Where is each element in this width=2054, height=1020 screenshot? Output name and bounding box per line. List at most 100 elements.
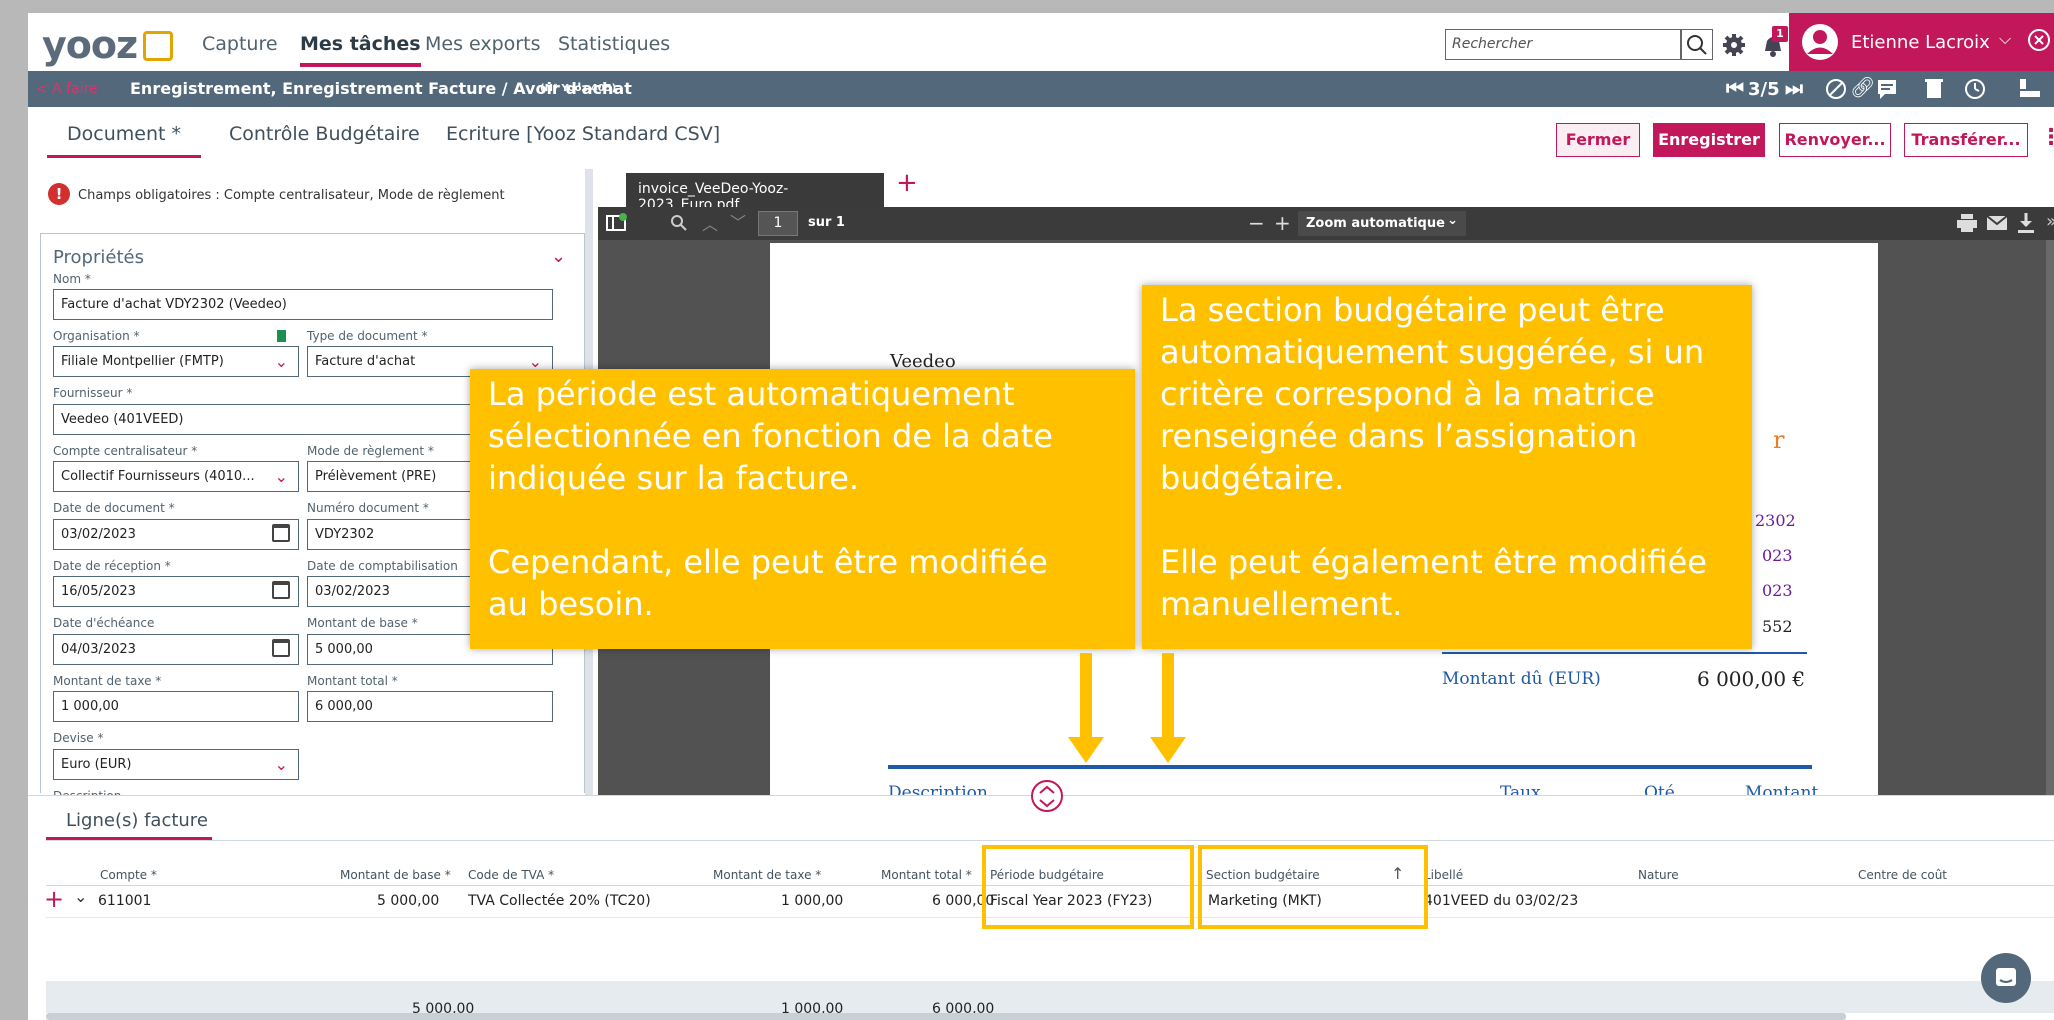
cell-compte[interactable]: 611001 (98, 893, 151, 909)
cell-tva[interactable]: TVA Collectée 20% (TC20) (468, 893, 651, 909)
expand-row-icon[interactable]: ⌄ (74, 887, 87, 906)
totals-row (46, 981, 2054, 1013)
th-compte[interactable]: Compte * (100, 868, 157, 882)
gear-icon[interactable] (1722, 33, 1746, 57)
period-callout: La période est automatiquement sélection… (470, 369, 1135, 649)
organisation-select[interactable]: Filiale Montpellier (FMTP) ⌄ (53, 346, 299, 377)
date-rec-value: 16/05/2023 (61, 584, 136, 599)
calendar-icon[interactable] (272, 639, 290, 657)
tab-ecriture[interactable]: Ecriture [Yooz Standard CSV] (446, 123, 720, 145)
collapse-chevron-icon[interactable]: ⌄ (551, 246, 566, 267)
pdf-search-icon[interactable] (670, 214, 688, 232)
layout-icon[interactable] (2018, 77, 2042, 99)
taxe-label: Montant de taxe * (53, 674, 162, 688)
th-nature[interactable]: Nature (1638, 868, 1679, 882)
mail-icon[interactable] (1986, 214, 2008, 232)
callout-spacer (488, 499, 1117, 541)
chat-icon[interactable] (1980, 952, 2032, 1004)
devise-value: Euro (EUR) (61, 757, 132, 772)
print-icon[interactable] (1956, 213, 1978, 233)
nom-label: Nom * (53, 272, 91, 286)
prev-page-icon[interactable]: ︿ (702, 211, 718, 235)
more-tools-icon[interactable]: » (2046, 211, 2054, 232)
block-icon[interactable] (1825, 78, 1847, 100)
nav-statistiques[interactable]: Statistiques (558, 33, 670, 55)
collapse-expand-icon[interactable] (1030, 779, 1064, 813)
zoom-out-icon[interactable]: − (1248, 211, 1265, 235)
add-line-icon[interactable]: + (44, 885, 64, 913)
calendar-icon[interactable] (272, 581, 290, 599)
clock-icon[interactable] (1964, 78, 1986, 100)
last-page-icon[interactable]: ⏭ (1785, 76, 1803, 100)
calendar-icon[interactable] (272, 524, 290, 542)
mode-label: Mode de règlement * (307, 444, 434, 458)
zoom-in-icon[interactable]: + (1274, 211, 1291, 235)
zoom-value: Zoom automatique (1306, 216, 1445, 231)
next-page-icon[interactable]: ﹀ (730, 209, 746, 233)
th-libelle[interactable]: Libellé (1424, 868, 1463, 882)
trash-icon[interactable] (1925, 77, 1943, 99)
back-link[interactable]: < A faire (36, 81, 98, 97)
page-count: sur 1 (808, 215, 845, 230)
horizontal-scrollbar[interactable] (46, 1013, 1846, 1020)
table-header-line (888, 765, 1812, 769)
cell-taxe[interactable]: 1 000,00 (781, 893, 843, 909)
reference-fragment: 552 (1762, 617, 1793, 636)
nav-mes-exports[interactable]: Mes exports (425, 33, 540, 55)
total-divider (1442, 652, 1807, 654)
nav-capture[interactable]: Capture (202, 33, 278, 55)
close-circle-icon[interactable] (2027, 28, 2051, 52)
pdf-scrollbar[interactable] (2046, 240, 2054, 795)
close-button[interactable]: Fermer (1556, 123, 1640, 157)
page-number-input[interactable]: 1 (758, 211, 798, 236)
more-menu-icon[interactable]: ⋮ (2040, 125, 2054, 150)
taxe-field[interactable]: 1 000,00 (53, 691, 299, 722)
tab-document[interactable]: Document * (47, 123, 201, 158)
callout-line: Elle peut également être modifiée (1160, 543, 1707, 581)
th-montant-taxe[interactable]: Montant de taxe * (713, 868, 821, 882)
callout-line: La section budgétaire peut être (1160, 291, 1665, 329)
invoice-lines-tab[interactable]: Ligne(s) facture (66, 810, 208, 831)
yooz-logo[interactable]: yooz (42, 23, 174, 67)
date-ech-field[interactable]: 04/03/2023 (53, 634, 299, 665)
devise-select[interactable]: Euro (EUR) ⌄ (53, 749, 299, 780)
resend-button[interactable]: Renvoyer... (1779, 123, 1891, 157)
th-code-tva[interactable]: Code de TVA * (468, 868, 554, 882)
compte-label: Compte centralisateur * (53, 444, 198, 458)
section-arrow (1162, 653, 1174, 738)
compte-select[interactable]: Collectif Fournisseurs (4010... ⌄ (53, 461, 299, 492)
cell-libelle[interactable]: 401VEED du 03/02/23 (1424, 893, 1578, 909)
breadcrumb-bar: < A faire Enregistrement, Enregistrement… (28, 71, 2054, 107)
th-montant-base[interactable]: Montant de base * (340, 868, 451, 882)
devise-label: Devise * (53, 731, 104, 745)
th-centre-cout[interactable]: Centre de coût (1858, 868, 1947, 882)
search-button[interactable] (1681, 29, 1713, 60)
download-icon[interactable] (2016, 212, 2036, 234)
periode-highlight (982, 845, 1194, 929)
callout-spacer (1160, 499, 1734, 541)
tab-controle-budgetaire[interactable]: Contrôle Budgétaire (229, 123, 420, 145)
th-montant-total[interactable]: Montant total * (881, 868, 972, 882)
total-field[interactable]: 6 000,00 (307, 691, 553, 722)
zoom-select[interactable]: Zoom automatique ⌄ (1298, 211, 1466, 236)
comment-icon[interactable] (1876, 78, 1898, 100)
date-ech-label: Date d'échéance (53, 616, 155, 630)
nom-field[interactable]: Facture d'achat VDY2302 (Veedeo) (53, 289, 553, 320)
callout-line: renseignée dans l’assignation (1160, 417, 1638, 455)
search-input[interactable]: Rechercher (1445, 29, 1681, 60)
link-icon[interactable]: 🔗︎ (1850, 75, 1875, 99)
cell-base[interactable]: 5 000,00 (377, 893, 439, 909)
pdf-file-tab[interactable]: invoice_VeeDeo-Yooz-2023_Euro.pdf (626, 173, 884, 213)
save-button[interactable]: Enregistrer (1653, 123, 1765, 157)
date-ech-value: 04/03/2023 (61, 642, 136, 657)
nav-mes-taches[interactable]: Mes tâches (300, 33, 421, 67)
date-doc-field[interactable]: 03/02/2023 (53, 519, 299, 550)
section-arrowhead (1150, 737, 1186, 763)
user-menu[interactable]: Etienne Lacroix ⌵ (1789, 13, 2054, 71)
transfer-button[interactable]: Transférer... (1904, 123, 2028, 157)
add-file-icon[interactable]: + (896, 168, 918, 198)
sidebar-toggle-icon[interactable] (606, 213, 628, 233)
first-page-icon[interactable]: ⏮ (1726, 76, 1744, 100)
date-rec-field[interactable]: 16/05/2023 (53, 576, 299, 607)
invoice-date-fragment: 023 (1762, 546, 1793, 565)
